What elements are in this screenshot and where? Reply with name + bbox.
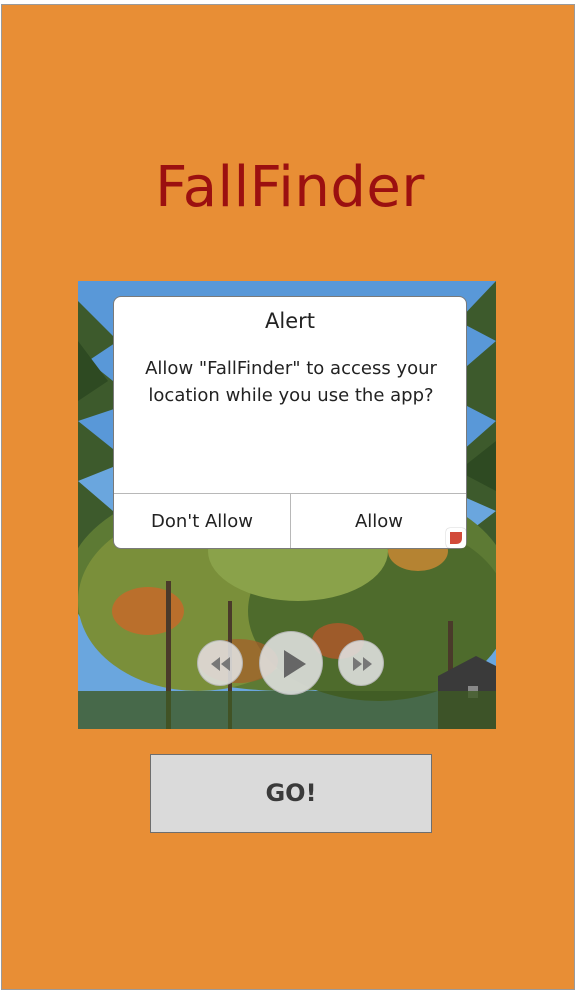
rewind-icon	[211, 657, 230, 671]
allow-button[interactable]: Allow	[291, 494, 466, 548]
app-title: FallFinder	[155, 155, 425, 220]
play-icon	[284, 650, 306, 678]
dont-allow-button[interactable]: Don't Allow	[114, 494, 290, 548]
play-button[interactable]	[259, 631, 323, 695]
location-alert-dialog: Alert Allow "FallFinder" to access your …	[113, 296, 467, 549]
fast-forward-button[interactable]	[338, 640, 384, 686]
alert-title: Alert	[265, 309, 315, 333]
alert-message: Allow "FallFinder" to access your locati…	[145, 358, 437, 406]
note-marker-icon	[446, 528, 466, 548]
fast-forward-icon	[353, 657, 372, 671]
app-screen: FallFinder Alert Allow "FallFinder" to a…	[1, 4, 575, 990]
rewind-button[interactable]	[197, 640, 243, 686]
go-button[interactable]: GO!	[150, 754, 432, 833]
media-controls	[197, 631, 387, 695]
